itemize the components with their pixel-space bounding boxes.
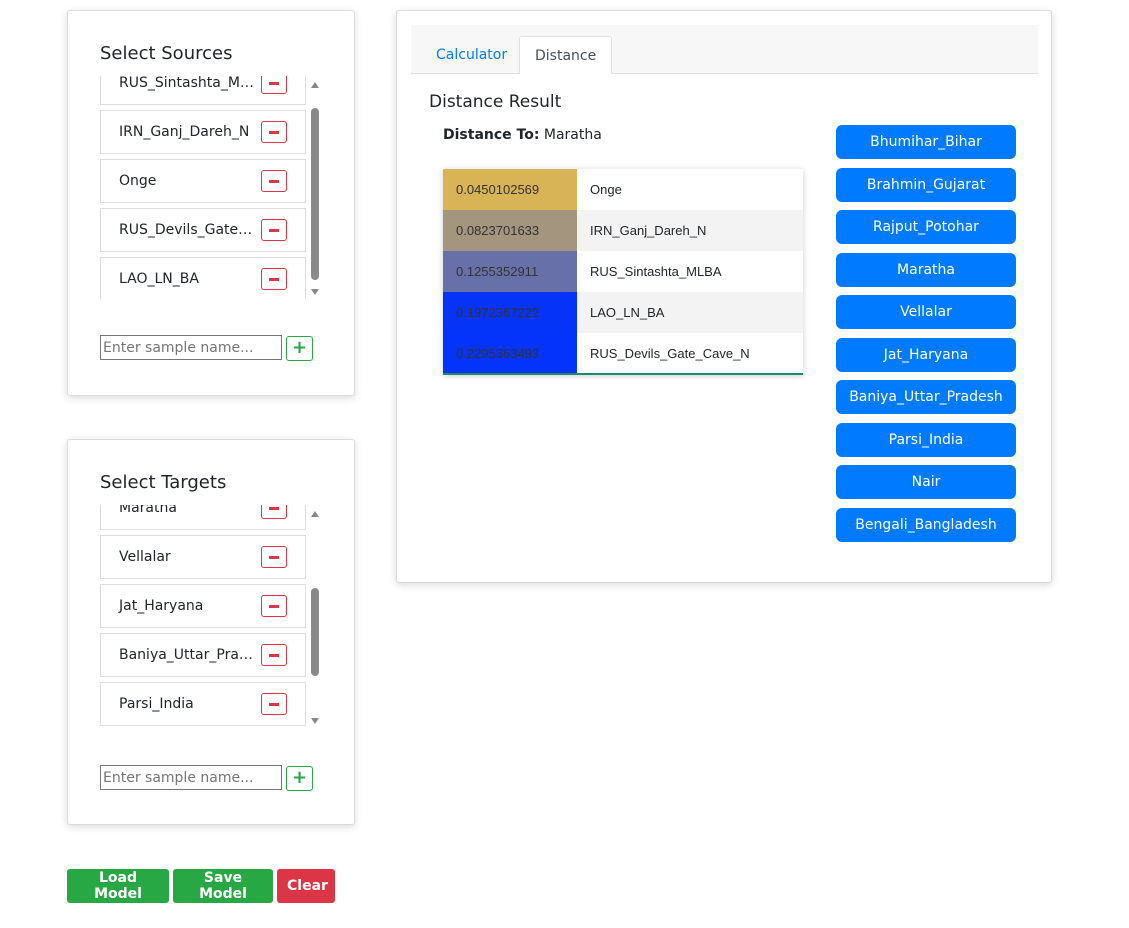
sample-name: RUS_Sintashta_MLBA	[590, 264, 722, 279]
item-label: Onge	[119, 173, 157, 189]
targets-scrollbar[interactable]	[308, 505, 322, 728]
remove-button[interactable]	[261, 595, 287, 617]
save-model-button[interactable]: Save Model	[173, 869, 273, 903]
remove-button[interactable]	[261, 505, 287, 519]
item-label: Parsi_India	[119, 696, 194, 712]
list-item: Vellalar	[100, 535, 306, 579]
target-button[interactable]: Vellalar	[836, 295, 1016, 329]
target-button[interactable]: Brahmin_Gujarat	[836, 167, 1016, 202]
item-label: Baniya_Uttar_Pradesh	[119, 647, 273, 663]
target-button[interactable]: Nair	[836, 465, 1016, 499]
target-button[interactable]: Rajput_Potohar	[836, 210, 1016, 244]
sources-list[interactable]: RUS_Sintashta_MLBA IRN_Ganj_Dareh_N Onge RU…	[100, 76, 322, 299]
target-button[interactable]: Maratha	[836, 252, 1016, 287]
results-card: Calculator Distance Distance Result Dist…	[396, 10, 1052, 583]
sample-name: LAO_LN_BA	[577, 292, 803, 333]
sources-card: Select Sources RUS_Sintashta_MLBA IRN_Gan…	[67, 10, 355, 396]
table-row: 0.1972367222 LAO_LN_BA	[443, 292, 803, 333]
list-item: LAO_LN_BA	[100, 257, 306, 299]
target-button[interactable]: Baniya_Uttar_Pradesh	[836, 380, 1016, 414]
add-target-button[interactable]: +	[286, 766, 313, 791]
distance-to: Distance To: Maratha	[443, 127, 602, 143]
list-item: IRN_Ganj_Dareh_N	[100, 110, 306, 154]
list-item: Maratha	[100, 505, 306, 530]
targets-title: Select Targets	[100, 472, 227, 493]
distance-table: 0.0450102569 Onge 0.0823701633 IRN_Ganj_Dar…	[443, 169, 803, 375]
remove-button[interactable]	[261, 268, 287, 290]
sample-name: Onge	[590, 182, 622, 197]
distance-value: 0.1255352911	[443, 251, 577, 292]
scroll-up-icon[interactable]	[311, 511, 319, 517]
result-title: Distance Result	[429, 92, 562, 112]
remove-button[interactable]	[261, 546, 287, 568]
remove-button[interactable]	[261, 693, 287, 715]
tab-distance[interactable]: Distance	[519, 36, 613, 74]
list-item: RUS_Devils_Gate_Cave_N	[100, 208, 306, 252]
targets-card: Select Targets Maratha Vellalar Jat_Haryan…	[67, 439, 355, 825]
list-item: RUS_Sintashta_MLBA	[100, 76, 306, 105]
table-row: 0.0823701633 IRN_Ganj_Dareh_N	[443, 210, 803, 251]
plus-icon: +	[291, 337, 308, 358]
target-name-input[interactable]	[100, 765, 282, 790]
tab-bar: Calculator Distance	[411, 25, 1038, 74]
tab-calculator[interactable]: Calculator	[421, 36, 522, 74]
distance-value: 0.0450102569	[443, 169, 577, 210]
sample-name: RUS_Devils_Gate_Cave_N	[590, 345, 750, 361]
list-item: Parsi_India	[100, 682, 306, 726]
table-row: 0.1255352911 RUS_Sintashta_MLBA	[443, 251, 803, 292]
list-item: Onge	[100, 159, 306, 203]
list-item: Baniya_Uttar_Pradesh	[100, 633, 306, 677]
item-label: Maratha	[119, 505, 177, 516]
sources-scrollbar[interactable]	[308, 76, 322, 299]
targets-list[interactable]: Maratha Vellalar Jat_Haryana Baniya_Uttar_P…	[100, 505, 322, 728]
scroll-down-icon[interactable]	[311, 289, 319, 295]
item-label: Vellalar	[119, 549, 171, 565]
clear-button[interactable]: Clear	[277, 869, 335, 903]
list-item: Jat_Haryana	[100, 584, 306, 628]
item-label: IRN_Ganj_Dareh_N	[119, 124, 250, 140]
source-name-input[interactable]	[100, 335, 282, 360]
target-button[interactable]: Jat_Haryana	[836, 337, 1016, 372]
remove-button[interactable]	[261, 76, 287, 94]
distance-value: 0.0823701633	[443, 210, 577, 251]
scroll-up-icon[interactable]	[311, 82, 319, 88]
remove-button[interactable]	[261, 170, 287, 192]
distance-value: 0.1972367222	[443, 292, 577, 333]
add-source-button[interactable]: +	[286, 336, 313, 361]
sources-title: Select Sources	[100, 43, 233, 64]
remove-button[interactable]	[261, 121, 287, 143]
load-model-button[interactable]: Load Model	[67, 869, 169, 903]
item-label: RUS_Sintashta_MLBA	[119, 76, 267, 91]
item-label: Jat_Haryana	[119, 598, 204, 614]
remove-button[interactable]	[261, 644, 287, 666]
table-row: 0.2295363493 RUS_Devils_Gate_Cave_N	[443, 333, 803, 374]
remove-button[interactable]	[261, 219, 287, 241]
table-row: 0.0450102569 Onge	[443, 169, 803, 210]
distance-to-label: Distance To:	[443, 127, 540, 143]
target-button[interactable]: Bengali_Bangladesh	[836, 507, 1016, 542]
scroll-down-icon[interactable]	[311, 718, 319, 724]
target-button[interactable]: Parsi_India	[836, 422, 1016, 457]
distance-to-value: Maratha	[543, 127, 602, 143]
item-label: LAO_LN_BA	[119, 271, 199, 287]
sample-name: IRN_Ganj_Dareh_N	[577, 210, 803, 251]
plus-icon: +	[291, 767, 308, 788]
distance-value: 0.2295363493	[443, 333, 577, 374]
target-button[interactable]: Bhumihar_Bihar	[836, 125, 1016, 159]
